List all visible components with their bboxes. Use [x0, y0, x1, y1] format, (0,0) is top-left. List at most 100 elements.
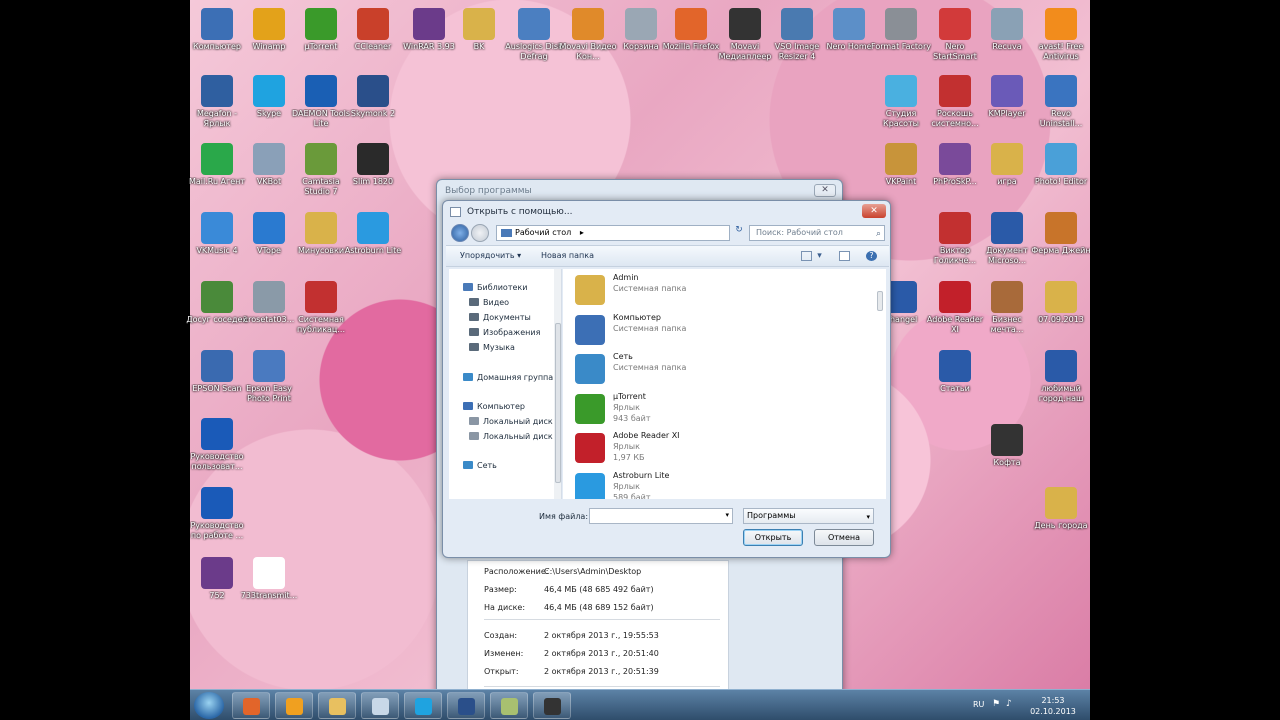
file-list-scrollbar[interactable]	[876, 269, 884, 499]
new-folder-button[interactable]: Новая папка	[541, 246, 594, 266]
desktop-icon[interactable]: Статьи	[924, 350, 986, 394]
taskbar: RU ⚑ ♪ 21:53 02.10.2013	[190, 689, 1090, 720]
nav-item[interactable]: Музыка	[469, 343, 515, 352]
open-button[interactable]: Открыть	[743, 529, 803, 546]
desktop-icon[interactable]: игра	[976, 143, 1038, 187]
search-input[interactable]: Поиск: Рабочий стол ⌕	[749, 225, 885, 241]
desktop-icon[interactable]: KMPlayer	[976, 75, 1038, 119]
desktop-icon[interactable]: Skymonk 2	[342, 75, 404, 119]
desktop-icon[interactable]: День города	[1030, 487, 1092, 531]
choose-program-title: Выбор программы	[445, 186, 532, 196]
cancel-button[interactable]: Отмена	[814, 529, 874, 546]
desktop-icon[interactable]: VKPaint	[870, 143, 932, 187]
start-button[interactable]	[194, 692, 224, 719]
desktop-icon[interactable]: Ферма Джейн	[1030, 212, 1092, 256]
filename-input[interactable]: ▾	[589, 508, 733, 524]
desktop-icon[interactable]: Astroburn Lite	[342, 212, 404, 256]
app-icon	[939, 281, 971, 313]
preview-pane-icon[interactable]	[839, 251, 850, 261]
file-list-item[interactable]: Сеть Системная папка	[573, 350, 863, 388]
flag-icon[interactable]: ⚑	[992, 699, 1002, 709]
property-row: Открыт: 2 октября 2013 г., 20:51:39	[484, 667, 659, 676]
taskbar-app-button[interactable]	[490, 692, 528, 719]
property-row: Изменен: 2 октября 2013 г., 20:51:40	[484, 649, 659, 658]
open-with-close-button[interactable]: ✕	[862, 204, 886, 218]
desktop-icon[interactable]: Системная публикац...	[290, 281, 352, 335]
nav-item[interactable]: Документы	[469, 313, 531, 322]
app-icon	[991, 212, 1023, 244]
desktop-icon[interactable]: Кофта	[976, 424, 1038, 468]
forward-button[interactable]	[471, 224, 489, 242]
desktop-icon[interactable]: avast! Free Antivirus	[1030, 8, 1092, 62]
property-value: 46,4 МБ (48 685 492 байт)	[544, 585, 654, 594]
app-icon	[991, 143, 1023, 175]
desktop-icon[interactable]: Photo! Editor	[1030, 143, 1092, 187]
nav-item[interactable]: Компьютер	[463, 402, 525, 411]
desktop-icon[interactable]: Auslogics Disk Defrag	[503, 8, 565, 62]
filetype-select[interactable]: Программы ▾	[743, 508, 874, 524]
volume-icon[interactable]: ♪	[1006, 699, 1016, 709]
clock[interactable]: 21:53 02.10.2013	[1028, 695, 1078, 717]
taskbar-app-button[interactable]	[404, 692, 442, 719]
app-icon	[1045, 487, 1077, 519]
help-icon[interactable]: ?	[866, 251, 877, 261]
desktop-icon-label: игра	[997, 177, 1017, 186]
taskbar-app-button[interactable]	[361, 692, 399, 719]
chevron-down-icon[interactable]: ▾	[814, 251, 825, 261]
file-type: Системная папка	[613, 363, 687, 372]
file-list-item[interactable]: Admin Системная папка	[573, 271, 863, 309]
taskbar-app-button[interactable]	[447, 692, 485, 719]
app-icon	[1045, 8, 1077, 40]
nav-item[interactable]: Изображения	[469, 328, 540, 337]
app-icon	[243, 698, 260, 715]
view-options-icon[interactable]	[801, 251, 812, 261]
navigation-scrollbar[interactable]	[554, 269, 561, 499]
desktop-icon[interactable]: Mozilla Firefox	[660, 8, 722, 52]
desktop-icon[interactable]: Студия Красоты	[870, 75, 932, 129]
desktop-icon[interactable]: Бизнес мечта...	[976, 281, 1038, 335]
nav-item[interactable]: Библиотеки	[463, 283, 527, 292]
desktop-icon[interactable]: CCleaner	[342, 8, 404, 52]
file-list-item[interactable]: Компьютер Системная папка	[573, 311, 863, 349]
nav-item[interactable]: Сеть	[463, 461, 497, 470]
desktop-icon-label: Статьи	[940, 384, 970, 393]
taskbar-app-button[interactable]	[232, 692, 270, 719]
desktop-icon[interactable]: Epson Easy Photo Print	[238, 350, 300, 404]
organize-menu[interactable]: Упорядочить ▾	[460, 246, 521, 266]
nav-item[interactable]: Локальный диск	[469, 417, 553, 426]
nav-item-label: Музыка	[483, 343, 515, 352]
app-icon	[253, 350, 285, 382]
choose-program-close-button[interactable]: ✕	[814, 184, 836, 197]
desktop-icon[interactable]: Recuva	[976, 8, 1038, 52]
language-indicator[interactable]: RU	[973, 700, 984, 709]
desktop-icon[interactable]: 733transmit...	[238, 557, 300, 601]
refresh-icon[interactable]: ↻	[732, 225, 746, 241]
file-list-item[interactable]: Adobe Reader XI Ярлык 1,97 КБ	[573, 429, 863, 467]
desktop-icon[interactable]: Slim 1820	[342, 143, 404, 187]
address-text: Рабочий стол	[515, 228, 572, 237]
chevron-right-icon: ▸	[579, 228, 584, 237]
taskbar-app-button[interactable]	[318, 692, 356, 719]
desktop-icon[interactable]: BK	[448, 8, 510, 52]
nav-item[interactable]: Локальный диск	[469, 432, 553, 441]
nav-item[interactable]: Видео	[469, 298, 509, 307]
back-button[interactable]	[451, 224, 469, 242]
desktop-icon[interactable]: Руководство по работе ...	[186, 487, 248, 541]
taskbar-app-button[interactable]	[275, 692, 313, 719]
desktop-icon[interactable]: любимый город.наш	[1030, 350, 1092, 404]
file-list-item[interactable]: µTorrent Ярлык 943 байт	[573, 390, 863, 428]
nav-item[interactable]: Домашняя группа	[463, 373, 553, 382]
desktop-icon[interactable]: Руководство пользоват...	[186, 418, 248, 472]
file-list-item[interactable]: Astroburn Lite Ярлык 589 байт	[573, 469, 863, 499]
desktop-icon[interactable]: Revo Uninstall...	[1030, 75, 1092, 129]
desktop-icon[interactable]: Format Factory	[870, 8, 932, 52]
nav-item-label: Видео	[483, 298, 510, 307]
desktop-icon[interactable]: 07.09.2013	[1030, 281, 1092, 325]
divider	[484, 686, 720, 687]
desktop-icon[interactable]: Документ Microso...	[976, 212, 1038, 266]
app-icon	[729, 8, 761, 40]
app-icon	[305, 212, 337, 244]
address-input[interactable]: Рабочий стол ▸	[496, 225, 730, 241]
chevron-down-icon: ▾	[866, 513, 870, 521]
taskbar-app-button[interactable]	[533, 692, 571, 719]
